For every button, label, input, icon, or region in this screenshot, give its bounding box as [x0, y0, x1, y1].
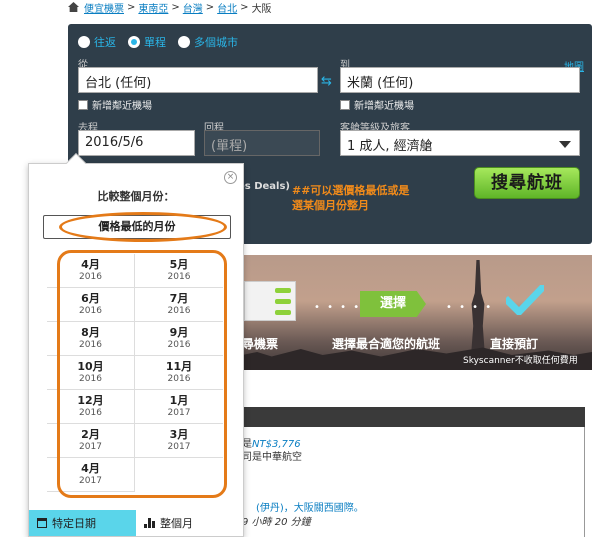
- how-it-works-banner: • • • • 選擇 • • • • 搜尋機票 選擇最合適您的航班 直接預訂 S…: [228, 255, 592, 370]
- close-icon[interactable]: ×: [224, 171, 237, 184]
- annotation-oval: [59, 212, 227, 242]
- trip-type-selector: 往返 單程 多個城市: [78, 34, 238, 50]
- results-header-bar: [240, 407, 585, 427]
- trip-type-roundtrip[interactable]: 往返: [78, 34, 116, 50]
- calendar-icon: [37, 518, 47, 528]
- annotation-note: ##可以選價格最低或是 選某個月份整月: [292, 184, 410, 212]
- duration-line: 9 小時 20 分鐘: [242, 517, 311, 528]
- step3-label: 直接預訂: [490, 337, 539, 351]
- radio-multicity[interactable]: [178, 36, 190, 48]
- step-separator: • • • •: [314, 302, 362, 313]
- results-info-section: 是NT$3,776 司是中華航空 (伊丹)，大阪關西國際。 9 小時 20 分鐘: [228, 395, 592, 537]
- airline-line: 司是中華航空: [242, 452, 302, 463]
- nearby-airports-to-checkbox[interactable]: 新增鄰近機場: [340, 97, 414, 112]
- radio-roundtrip[interactable]: [78, 36, 90, 48]
- search-flights-button[interactable]: 搜尋航班: [474, 167, 580, 199]
- deals-text-fragment: es Deals): [238, 181, 290, 192]
- trip-type-oneway[interactable]: 單程: [128, 34, 166, 50]
- breadcrumb-link-taiwan[interactable]: 台灣: [183, 0, 203, 15]
- cabin-travellers-select[interactable]: 1 成人, 經濟艙: [340, 130, 580, 156]
- breadcrumb: 便宜機票 > 東南亞 > 台灣 > 台北 > 大阪: [68, 0, 272, 15]
- search-list-icon: [244, 281, 296, 321]
- breadcrumb-link-taipei[interactable]: 台北: [217, 0, 237, 15]
- step3-note: Skyscanner不收取任何費用: [463, 356, 578, 366]
- swap-icon[interactable]: ⇆: [321, 74, 332, 89]
- chevron-down-icon: [559, 141, 571, 148]
- airports-line[interactable]: (伊丹)，大阪關西國際。: [256, 499, 364, 514]
- whole-month-popup: × 比較整個月份： 價格最低的月份 4月 2016 5月 2016 6月 2016 7月 20…: [28, 153, 244, 537]
- home-icon[interactable]: [68, 2, 79, 12]
- bar-chart-icon: [144, 518, 155, 528]
- popup-tabs: 特定日期 整個月: [29, 510, 243, 536]
- depart-date-input[interactable]: 2016/5/6: [78, 130, 195, 156]
- radio-oneway[interactable]: [128, 36, 140, 48]
- nearby-airports-from-checkbox[interactable]: 新增鄰近機場: [78, 97, 152, 112]
- return-date-input[interactable]: (單程): [204, 130, 320, 156]
- breadcrumb-link-southeast-asia[interactable]: 東南亞: [138, 0, 168, 15]
- annotation-rounded-box: [57, 250, 227, 498]
- checkbox-box[interactable]: [78, 99, 88, 110]
- tab-whole-month[interactable]: 整個月: [136, 510, 243, 536]
- select-step-arrow: 選擇: [360, 291, 426, 317]
- popup-title: 比較整個月份：: [97, 190, 175, 203]
- from-input[interactable]: 台北 (任何): [78, 67, 318, 93]
- step-separator: • • • •: [446, 302, 494, 313]
- checkmark-icon: [506, 285, 544, 315]
- breadcrumb-current: 大阪: [251, 3, 272, 15]
- checkbox-box[interactable]: [340, 99, 350, 110]
- breadcrumb-link-cheap-flights[interactable]: 便宜機票: [84, 0, 124, 15]
- to-input[interactable]: 米蘭 (任何): [340, 67, 580, 93]
- tab-specific-date[interactable]: 特定日期: [29, 510, 136, 536]
- step2-label: 選擇最合適您的航班: [332, 337, 441, 351]
- trip-type-multicity[interactable]: 多個城市: [178, 34, 238, 50]
